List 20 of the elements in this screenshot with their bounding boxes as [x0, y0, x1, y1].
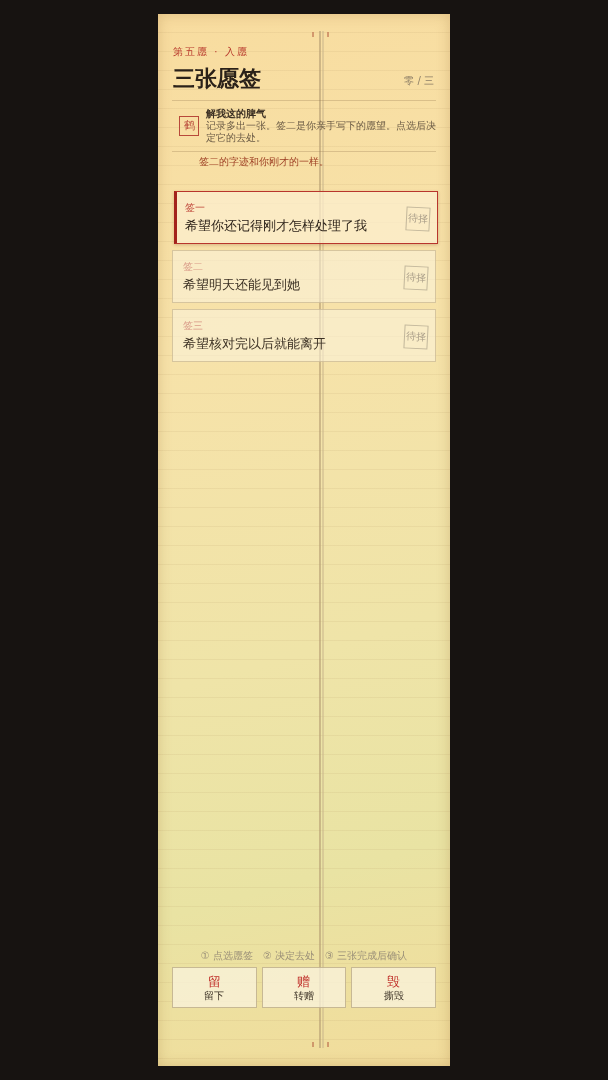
progress-counter: 零 / 三 [404, 75, 434, 87]
slip-label: 签一 [185, 202, 206, 214]
chapter-label: 第五愿 · 入愿 [173, 46, 250, 58]
page-title: 三张愿签 [173, 66, 261, 90]
note-title: 解我这的脾气 [206, 107, 267, 120]
wish-slip-card[interactable]: 签一 希望你还记得刚才怎样处理了我 待择 [174, 191, 438, 244]
wish-slip-card[interactable]: 签三 希望核对完以后就能离开 待择 [172, 309, 436, 362]
wish-text: 希望核对完以后就能离开 [183, 335, 326, 353]
note-body: 记录多出一张。签二是你亲手写下的愿望。点选后决定它的去处。 [206, 120, 436, 144]
action-button[interactable]: 毁 撕毁 [351, 967, 436, 1008]
seal-stamp: 鹤 [179, 115, 199, 136]
remark-text: 签二的字迹和你刚才的一样。 [198, 156, 330, 168]
action-button[interactable]: 留 留下 [172, 967, 257, 1008]
step-hint: ① 点选愿签 [200, 950, 253, 962]
wish-text: 希望明天还能见到她 [183, 276, 300, 294]
wish-text: 希望你还记得刚才怎样处理了我 [185, 217, 367, 235]
slip-label: 签三 [183, 320, 204, 332]
action-button[interactable]: 赠 转赠 [261, 967, 347, 1008]
step-hint: ② 决定去处 [262, 950, 316, 962]
step-hint: ③ 三张完成后确认 [325, 950, 408, 962]
